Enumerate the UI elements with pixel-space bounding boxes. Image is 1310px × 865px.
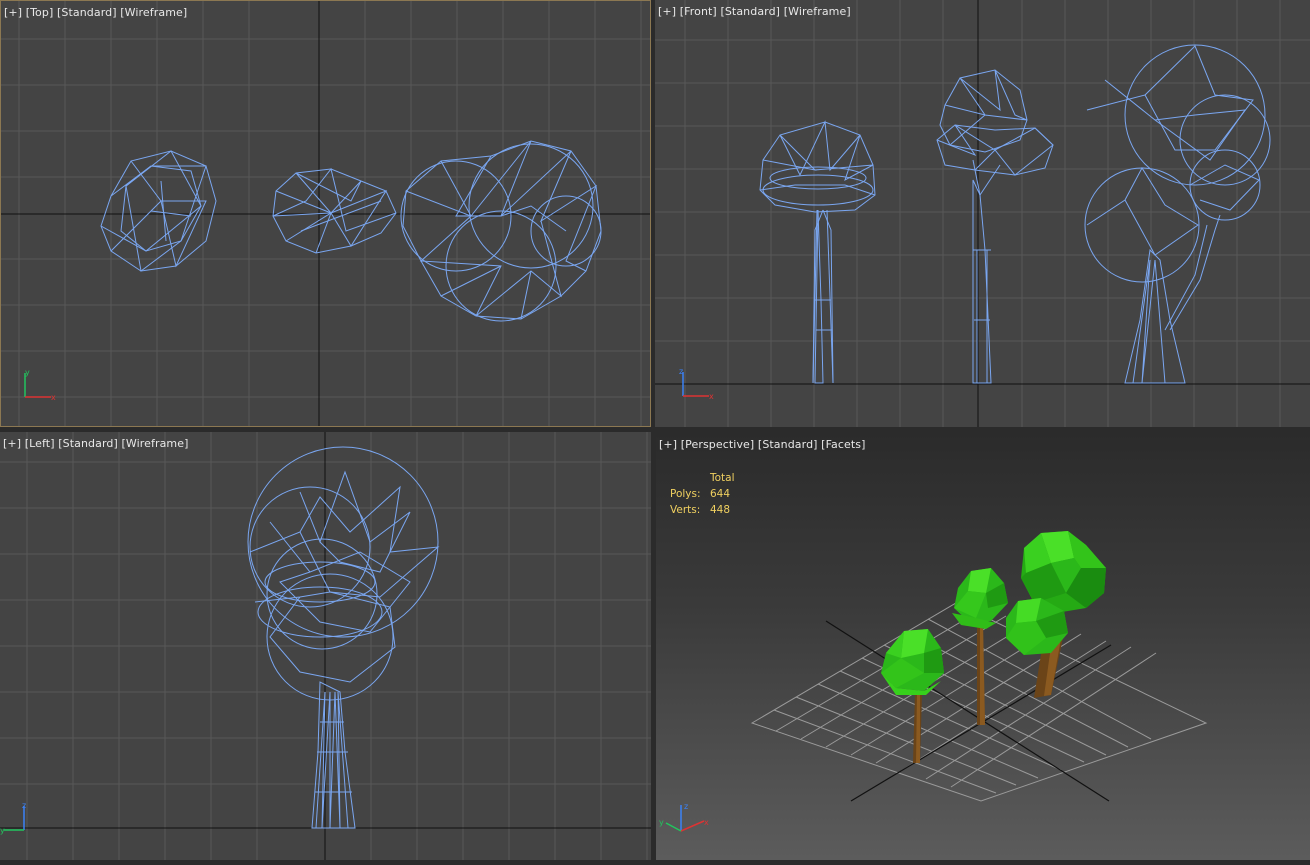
- left-gizmo-y-label: y: [0, 826, 5, 835]
- stats-verts-value: 448: [710, 504, 731, 516]
- perspective-axis-gizmo: z x y: [659, 802, 709, 832]
- perspective-viewport-scene: z x y: [659, 531, 1208, 832]
- persp-gizmo-y-label: y: [659, 818, 664, 827]
- front-viewport-pov-menu[interactable]: [Front]: [680, 5, 717, 18]
- top-viewport-label: [+] [Top] [Standard] [Wireframe]: [4, 6, 187, 19]
- left-viewport-scene: z y: [0, 432, 651, 860]
- front-gizmo-x-label: x: [709, 392, 714, 401]
- left-tree-merged-wire: [247, 446, 440, 829]
- left-viewport-pov-menu[interactable]: [Left]: [25, 437, 55, 450]
- left-viewport-shading-menu[interactable]: [Wireframe]: [121, 437, 188, 450]
- top-viewport-pov-menu[interactable]: [Top]: [26, 6, 54, 19]
- persp-viewport-standard-menu[interactable]: [Standard]: [758, 438, 818, 451]
- perspective-viewport[interactable]: z x y [+] [Perspective] [Standard] [Face…: [656, 433, 1310, 860]
- left-tree-wireframes: [247, 446, 440, 829]
- stats-verts-label: Verts:: [670, 504, 701, 516]
- top-tree-2-wire: [272, 167, 397, 254]
- perspective-viewport-label: [+] [Perspective] [Standard] [Facets]: [659, 438, 865, 451]
- top-gizmo-y-label: y: [25, 368, 30, 377]
- front-grid: [655, 0, 1310, 427]
- front-viewport-plus-menu[interactable]: [+]: [658, 5, 676, 18]
- top-viewport-standard-menu[interactable]: [Standard]: [57, 6, 117, 19]
- front-viewport[interactable]: z x [+] [Front] [Standard] [Wireframe]: [655, 0, 1310, 427]
- front-viewport-standard-menu[interactable]: [Standard]: [720, 5, 780, 18]
- stats-polys-value: 644: [710, 488, 731, 500]
- persp-viewport-pov-menu[interactable]: [Perspective]: [681, 438, 755, 451]
- left-viewport[interactable]: z y [+] [Left] [Standard] [Wireframe]: [0, 432, 651, 860]
- top-viewport-scene: y x: [1, 1, 650, 426]
- top-viewport-shading-menu[interactable]: [Wireframe]: [120, 6, 187, 19]
- left-viewport-plus-menu[interactable]: [+]: [3, 437, 21, 450]
- front-viewport-label: [+] [Front] [Standard] [Wireframe]: [658, 5, 851, 18]
- left-viewport-label: [+] [Left] [Standard] [Wireframe]: [3, 437, 189, 450]
- front-viewport-shading-menu[interactable]: [Wireframe]: [784, 5, 851, 18]
- viewport-layout: y x [+] [Top] [Standard] [Wireframe] z x…: [0, 0, 1310, 865]
- front-viewport-scene: z x: [655, 0, 1310, 427]
- persp-viewport-plus-menu[interactable]: [+]: [659, 438, 677, 451]
- persp-tree-2: [952, 568, 1008, 725]
- front-tree-1-wire: [759, 120, 876, 384]
- left-axis-gizmo: z y: [0, 801, 26, 835]
- front-world-axes: [655, 0, 1310, 427]
- front-gizmo-z-label: z: [679, 367, 683, 376]
- top-gizmo-x-label: x: [51, 393, 56, 402]
- persp-viewport-shading-menu[interactable]: [Facets]: [821, 438, 865, 451]
- statistics-overlay: Total Polys: 644 Verts: 448: [670, 470, 750, 518]
- stats-header: Total: [710, 472, 735, 484]
- top-viewport-plus-menu[interactable]: [+]: [4, 6, 22, 19]
- persp-tree-1: [881, 629, 944, 763]
- top-axis-gizmo: y x: [24, 368, 56, 402]
- persp-gizmo-x-label: x: [704, 818, 709, 827]
- top-world-axes: [1, 1, 650, 426]
- top-viewport[interactable]: y x [+] [Top] [Standard] [Wireframe]: [0, 0, 651, 427]
- top-tree-1-wire: [100, 150, 217, 272]
- persp-gizmo-z-label: z: [684, 802, 688, 811]
- top-tree-wireframes: [100, 140, 602, 322]
- front-tree-3-wire: [1084, 44, 1271, 384]
- left-viewport-standard-menu[interactable]: [Standard]: [58, 437, 118, 450]
- left-gizmo-z-label: z: [22, 801, 26, 810]
- perspective-world-axes: [825, 620, 1112, 802]
- stats-polys-label: Polys:: [670, 488, 701, 500]
- front-tree-2-wire: [936, 69, 1054, 384]
- top-tree-3-wire: [400, 140, 602, 322]
